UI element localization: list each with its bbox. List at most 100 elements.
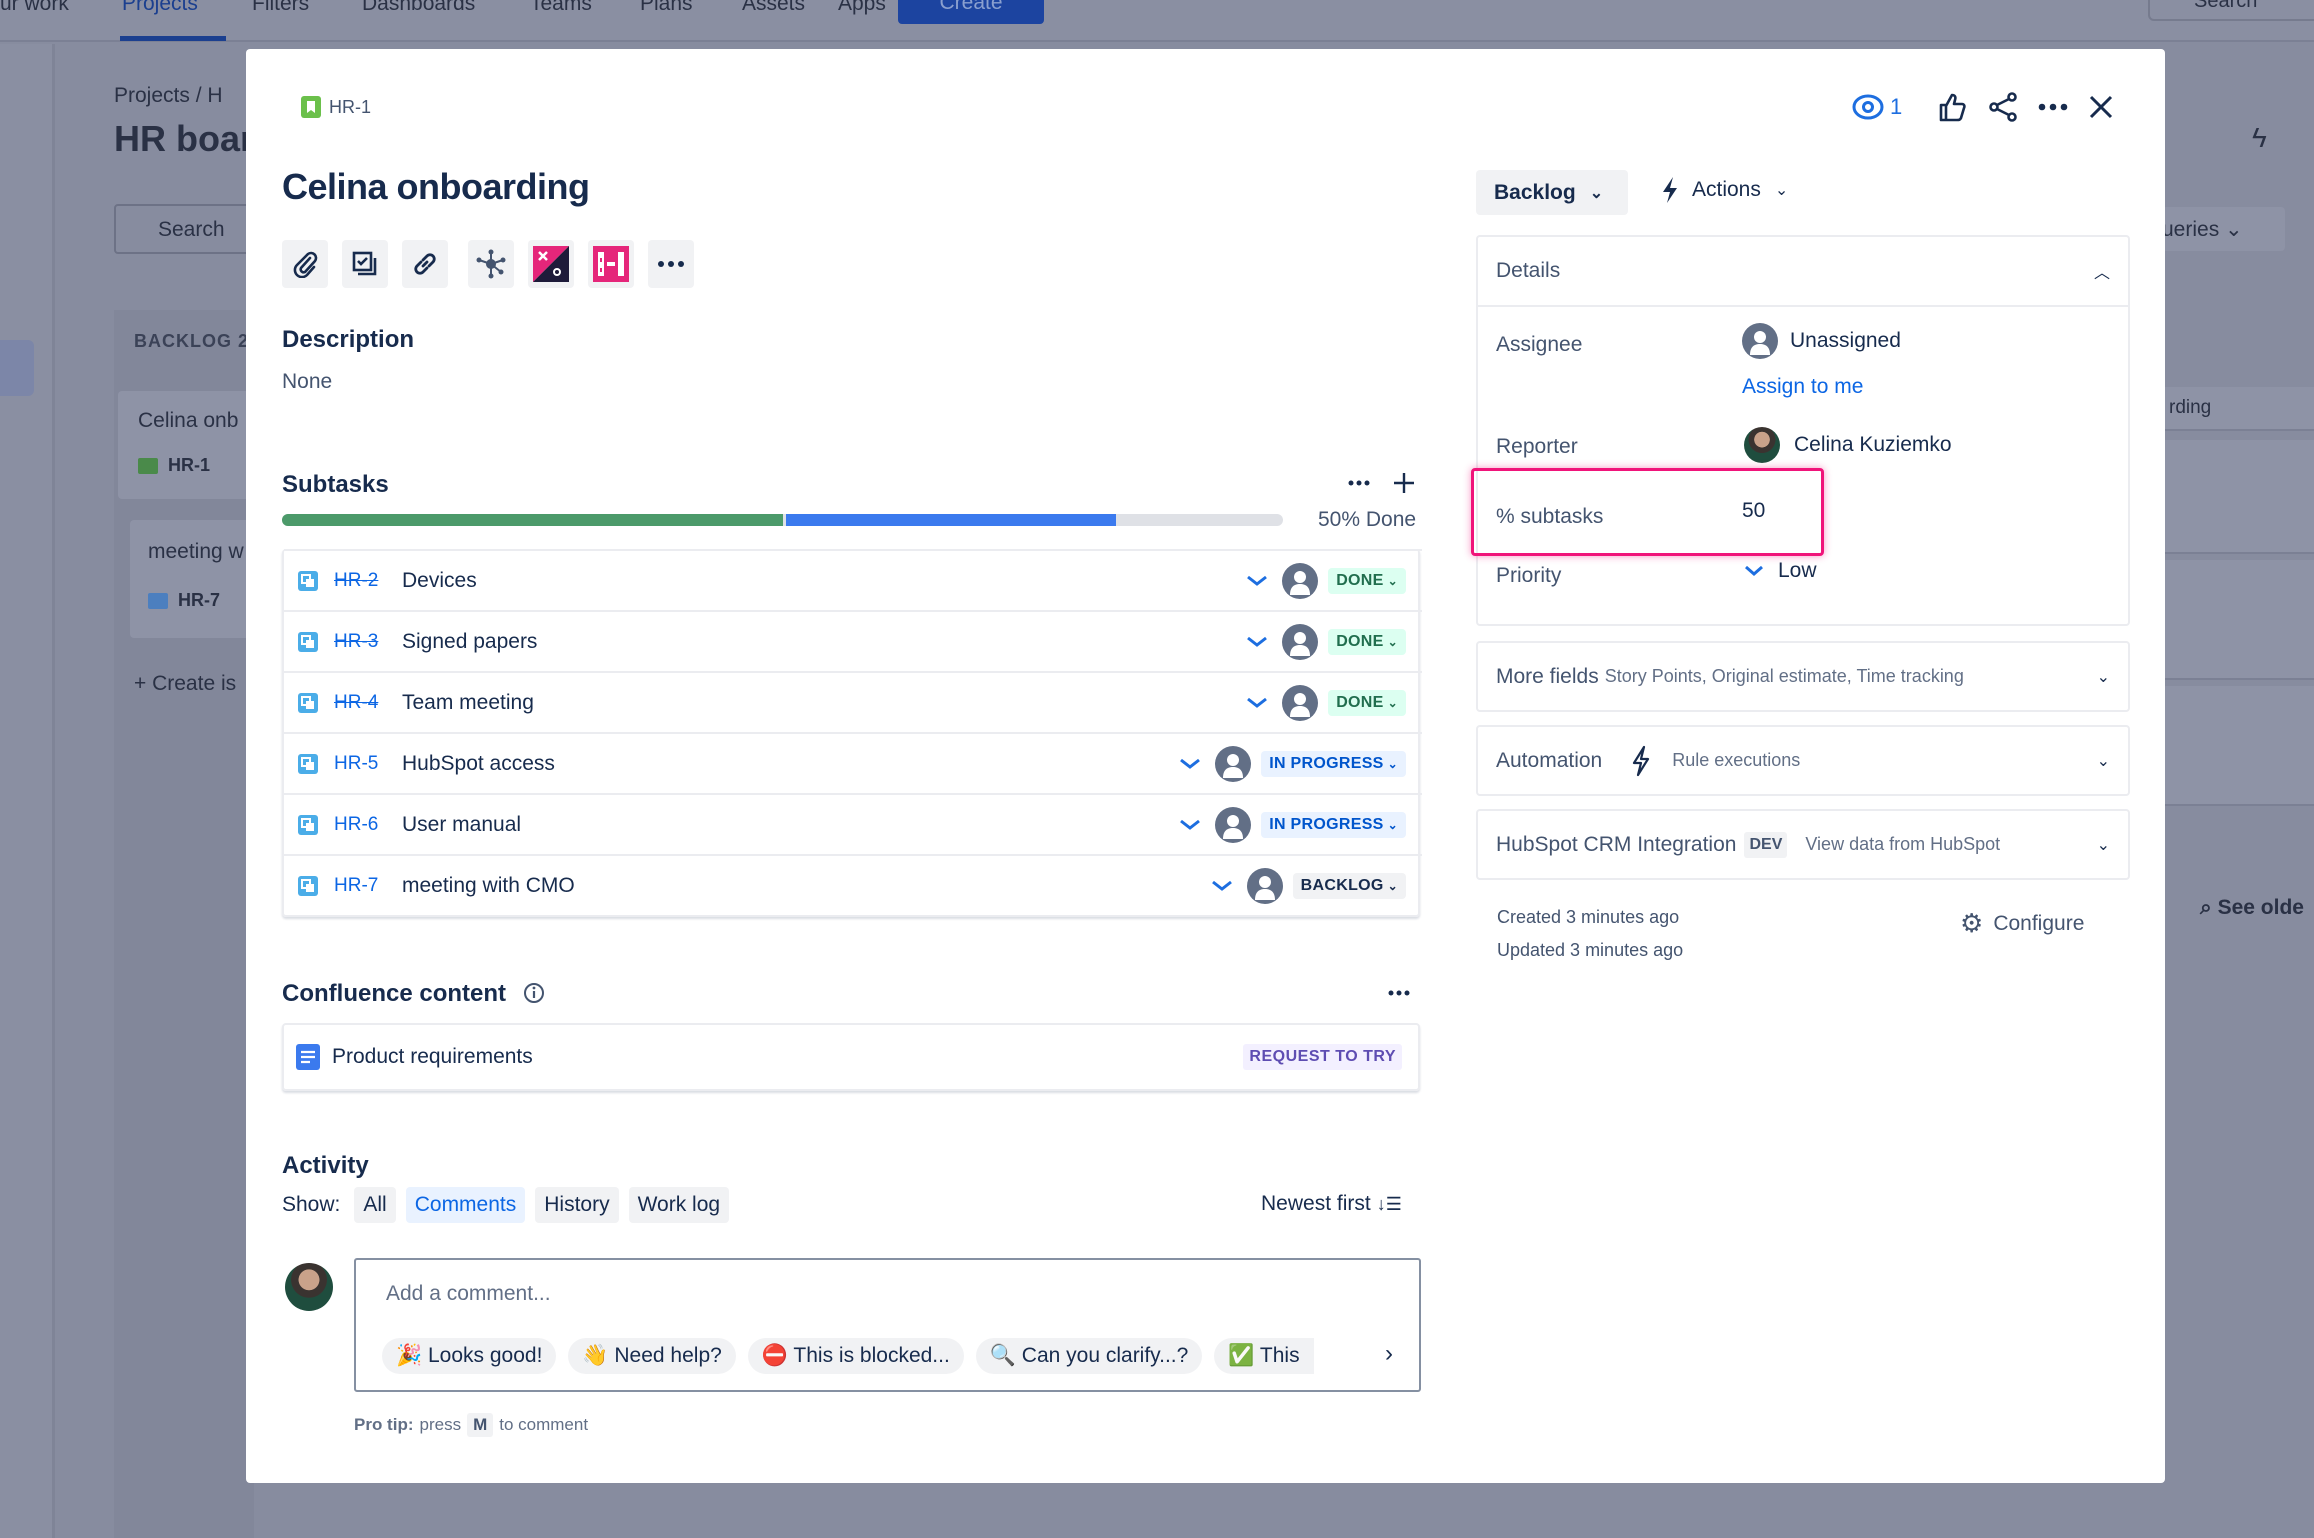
subtask-summary[interactable]: Signed papers [402, 630, 1246, 654]
priority-field[interactable]: Low [1744, 559, 1817, 583]
comment-box[interactable]: Add a comment... 🎉 Looks good! 👋 Need he… [354, 1258, 1421, 1392]
nav-assets[interactable]: Assets [742, 0, 805, 16]
configure-button[interactable]: ⚙ Configure [1960, 908, 2084, 939]
subtask-row[interactable]: HR-7 meeting with CMO BACKLOG ⌄ [284, 854, 1422, 915]
attach-button[interactable] [282, 240, 328, 288]
nav-dashboards[interactable]: Dashboards [362, 0, 475, 16]
add-subtask-button[interactable] [342, 240, 388, 288]
thumbs-up-icon[interactable] [1938, 92, 1966, 122]
filter-history[interactable]: History [535, 1187, 619, 1223]
confluence-more-icon[interactable] [1388, 990, 1410, 996]
status-lozenge[interactable]: IN PROGRESS ⌄ [1261, 750, 1406, 777]
more-apps-button[interactable] [648, 240, 694, 288]
list-row [2165, 686, 2314, 806]
issue-title[interactable]: Celina onboarding [282, 166, 590, 208]
subtask-summary[interactable]: Devices [402, 569, 1246, 593]
subtask-summary[interactable]: User manual [402, 813, 1179, 837]
close-icon[interactable] [2088, 94, 2114, 120]
more-fields-panel[interactable]: More fields Story Points, Original estim… [1476, 641, 2130, 712]
status-lozenge[interactable]: DONE ⌄ [1328, 628, 1406, 655]
status-lozenge[interactable]: DONE ⌄ [1328, 689, 1406, 716]
subtask-summary[interactable]: meeting with CMO [402, 874, 1211, 898]
global-search[interactable]: Search [2148, 0, 2314, 21]
create-issue-button[interactable]: + Create is [134, 672, 236, 696]
subtask-key[interactable]: HR-3 [334, 631, 396, 653]
reporter-field[interactable]: Celina Kuziemko [1744, 427, 1952, 463]
subtask-summary[interactable]: Team meeting [402, 691, 1246, 715]
automation-panel[interactable]: Automation Rule executions ⌄ [1476, 725, 2130, 796]
details-header[interactable]: Details ︿ [1478, 237, 2128, 307]
assignee-avatar-icon[interactable] [1282, 623, 1319, 660]
watch-button[interactable]: 1 [1852, 94, 1902, 120]
assignee-avatar-icon[interactable] [1282, 562, 1319, 599]
app-board-button[interactable] [588, 240, 634, 288]
create-button[interactable]: Create [898, 0, 1044, 24]
bolt-icon[interactable]: ϟ [2252, 122, 2267, 154]
board-card[interactable]: meeting w HR-7 [130, 520, 260, 638]
quick-reply-blocked[interactable]: ⛔ This is blocked... [747, 1338, 964, 1374]
subtask-key[interactable]: HR-2 [334, 570, 396, 592]
nav-plans[interactable]: Plans [640, 0, 693, 16]
subtask-row[interactable]: HR-4 Team meeting DONE ⌄ [284, 671, 1422, 732]
filter-comments[interactable]: Comments [405, 1187, 526, 1223]
subtask-summary[interactable]: HubSpot access [402, 752, 1179, 776]
graph-icon [476, 249, 506, 279]
sort-button[interactable]: Newest first ↓☰ [1261, 1192, 1402, 1216]
assign-to-me-link[interactable]: Assign to me [1742, 375, 1863, 399]
nav-teams[interactable]: Teams [530, 0, 592, 16]
quick-reply-clarify[interactable]: 🔍 Can you clarify...? [975, 1338, 1203, 1374]
status-button[interactable]: Backlog ⌄ [1476, 170, 1628, 215]
subtask-icon [298, 631, 318, 652]
subtask-key[interactable]: HR-5 [334, 753, 396, 775]
status-lozenge[interactable]: BACKLOG ⌄ [1292, 872, 1406, 899]
assignee-avatar-icon[interactable] [1282, 684, 1319, 721]
comment-input[interactable]: Add a comment... [386, 1282, 551, 1306]
assignee-avatar-icon[interactable] [1215, 806, 1252, 843]
queries-button[interactable]: ueries ⌄ [2162, 207, 2285, 251]
chevron-right-icon[interactable]: › [1385, 1340, 1393, 1368]
quick-reply-need-help[interactable]: 👋 Need help? [568, 1338, 736, 1374]
quick-reply-looks-good[interactable]: 🎉 Looks good! [382, 1338, 557, 1374]
graph-button[interactable] [468, 240, 514, 288]
breadcrumb[interactable]: Projects / H [114, 84, 223, 108]
app-x-button[interactable] [528, 240, 574, 288]
assignee-avatar-icon[interactable] [1246, 867, 1283, 904]
board-search[interactable]: Search [114, 204, 254, 254]
subtask-row[interactable]: HR-5 HubSpot access IN PROGRESS ⌄ [284, 732, 1422, 793]
subtasks-more-icon[interactable] [1348, 480, 1370, 486]
assignee-avatar-icon[interactable] [1215, 745, 1252, 782]
nav-your-work[interactable]: ur work [0, 0, 69, 16]
nav-filters[interactable]: Filters [252, 0, 309, 16]
nav-projects[interactable]: Projects [122, 0, 198, 16]
assignee-field[interactable]: Unassigned [1742, 323, 1901, 359]
see-older-button[interactable]: ⌕ See olde [2200, 896, 2304, 920]
add-subtask-icon[interactable] [1393, 472, 1415, 494]
share-icon[interactable] [1988, 92, 2018, 122]
subtask-row[interactable]: HR-6 User manual IN PROGRESS ⌄ [284, 793, 1422, 854]
status-lozenge[interactable]: DONE ⌄ [1328, 567, 1406, 594]
sort-icon: ↓☰ [1376, 1193, 1402, 1214]
subtask-key[interactable]: HR-6 [334, 814, 396, 836]
link-issue-button[interactable] [402, 240, 448, 288]
nav-active-underline [120, 36, 226, 41]
info-icon[interactable] [523, 982, 545, 1004]
actions-button[interactable]: Actions ⌄ [1660, 176, 1788, 204]
request-to-try-button[interactable]: REQUEST TO TRY [1243, 1044, 1402, 1070]
sidebar-selected-item[interactable] [0, 340, 34, 396]
filter-work-log[interactable]: Work log [628, 1187, 730, 1223]
nav-apps[interactable]: Apps [838, 0, 886, 16]
status-lozenge[interactable]: IN PROGRESS ⌄ [1261, 811, 1406, 838]
more-icon[interactable] [2038, 102, 2068, 112]
filter-all[interactable]: All [354, 1187, 396, 1223]
confluence-item[interactable]: Product requirements REQUEST TO TRY [282, 1023, 1420, 1091]
subtask-key[interactable]: HR-4 [334, 692, 396, 714]
quick-reply-this[interactable]: ✅ This [1214, 1338, 1314, 1374]
board-card[interactable]: Celina onb HR-1 [118, 391, 258, 499]
subtask-row[interactable]: HR-2 Devices DONE ⌄ [284, 549, 1422, 610]
subtask-key[interactable]: HR-7 [334, 875, 396, 897]
subtask-row[interactable]: HR-3 Signed papers DONE ⌄ [284, 610, 1422, 671]
issue-key-breadcrumb[interactable]: HR-1 [301, 96, 371, 118]
description-body[interactable]: None [282, 370, 332, 394]
chevron-up-icon: ︿ [2093, 265, 2110, 282]
hubspot-panel[interactable]: HubSpot CRM Integration DEV View data fr… [1476, 809, 2130, 880]
